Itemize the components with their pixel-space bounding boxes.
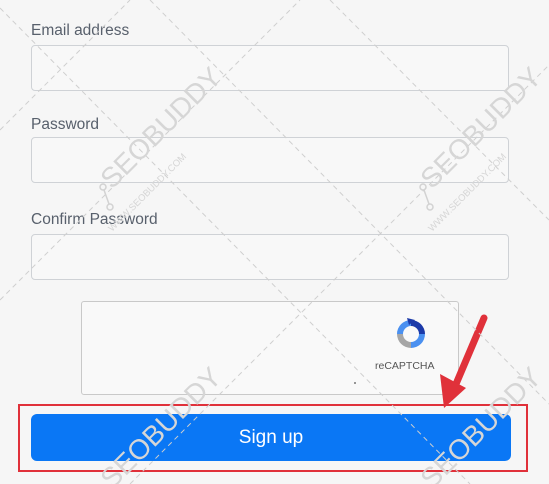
email-field[interactable] <box>31 45 509 91</box>
signup-button[interactable]: Sign up <box>31 414 511 461</box>
password-field[interactable] <box>31 137 509 183</box>
email-label: Email address <box>31 22 130 39</box>
annotation-arrow-icon <box>440 314 488 408</box>
recaptcha-label: reCAPTCHA <box>375 360 435 372</box>
password-label: Password <box>31 116 100 133</box>
confirm-password-field[interactable] <box>31 234 509 280</box>
recaptcha-logo-icon <box>397 318 425 348</box>
recaptcha-dot <box>354 382 356 384</box>
recaptcha-widget[interactable]: reCAPTCHA <box>81 301 459 395</box>
confirm-password-label: Confirm Password <box>31 211 158 228</box>
